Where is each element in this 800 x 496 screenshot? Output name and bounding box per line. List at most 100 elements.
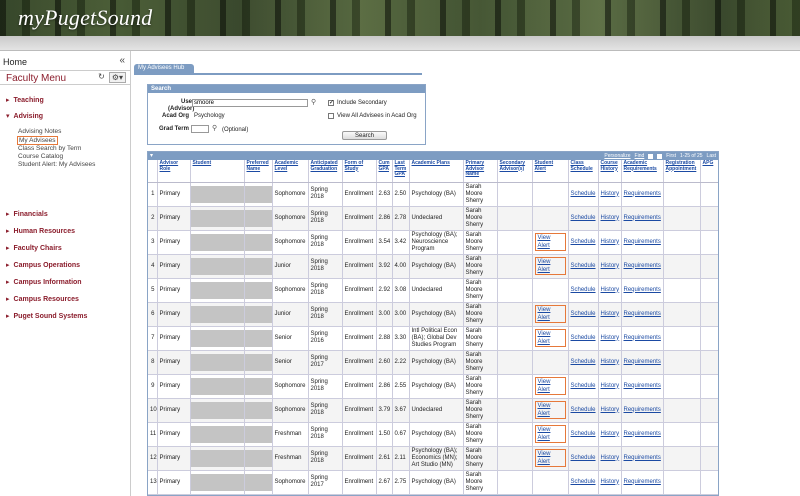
schedule-link[interactable]: Schedule xyxy=(571,311,596,317)
requirements-link[interactable]: Requirements xyxy=(624,239,661,245)
sidebar-item-teaching[interactable]: ▸ Teaching xyxy=(6,96,44,104)
view-alert-button[interactable]: View Alert xyxy=(534,233,566,251)
column-header[interactable]: Advisor Role xyxy=(157,160,191,183)
site-logo[interactable]: myPugetSound xyxy=(18,5,152,31)
column-header[interactable]: Preferred Name xyxy=(244,160,273,183)
sidebar-item-financials[interactable]: ▸ Financials xyxy=(6,210,48,218)
find-link[interactable]: Find xyxy=(635,152,645,160)
requirements-link[interactable]: Requirements xyxy=(624,479,661,485)
view-alert-button[interactable]: View Alert xyxy=(534,401,566,419)
schedule-link[interactable]: Schedule xyxy=(571,383,596,389)
sidebar-item-human-resources[interactable]: ▸ Human Resources xyxy=(6,227,75,235)
academic-plans: Intl Political Econ (BA); Global Dev Stu… xyxy=(411,327,458,348)
requirements-link[interactable]: Requirements xyxy=(624,455,661,461)
history-link[interactable]: History xyxy=(601,263,620,269)
view-alert-button[interactable]: View Alert xyxy=(534,257,566,275)
column-header[interactable]: Primary Advisor Name xyxy=(463,160,498,183)
advisor-role: Primary xyxy=(159,406,181,413)
sidebar-item-campus-information[interactable]: ▸ Campus Information xyxy=(6,278,82,286)
gear-icon[interactable]: ⚙▾ xyxy=(108,72,126,83)
column-header[interactable]: Secondary Advisor(s) xyxy=(497,160,533,183)
sidebar-item-class-search[interactable]: Class Search by Term xyxy=(18,145,95,153)
sidebar-item-advising-notes[interactable]: Advising Notes xyxy=(18,128,95,136)
requirements-link[interactable]: Requirements xyxy=(624,431,661,437)
grad-term-lookup-icon[interactable]: ⚲ xyxy=(212,124,217,132)
schedule-link[interactable]: Schedule xyxy=(571,431,596,437)
column-header[interactable]: Class Schedule xyxy=(568,160,599,183)
history-link[interactable]: History xyxy=(601,239,620,245)
requirements-link[interactable]: Requirements xyxy=(624,359,661,365)
schedule-link[interactable]: Schedule xyxy=(571,191,596,197)
sidebar-item-faculty-chairs[interactable]: ▸ Faculty Chairs xyxy=(6,244,62,252)
history-link[interactable]: History xyxy=(601,455,620,461)
requirements-link[interactable]: Requirements xyxy=(624,383,661,389)
lookup-search-icon[interactable]: ⚲ xyxy=(311,98,316,106)
schedule-link[interactable]: Schedule xyxy=(571,407,596,413)
grad-term-input[interactable] xyxy=(191,125,209,133)
view-alert-button[interactable]: View Alert xyxy=(534,305,566,323)
schedule-link[interactable]: Schedule xyxy=(571,335,596,341)
view-alert-button[interactable]: View Alert xyxy=(534,449,566,467)
column-header[interactable]: Form of Study xyxy=(342,160,377,183)
column-header[interactable]: Academic Requirements xyxy=(621,160,664,183)
requirements-link[interactable]: Requirements xyxy=(624,287,661,293)
requirements-link[interactable]: Requirements xyxy=(624,335,661,341)
sidebar-item-student-alert[interactable]: Student Alert: My Advisees xyxy=(18,161,95,169)
history-link[interactable]: History xyxy=(601,359,620,365)
sidebar-item-advising[interactable]: ▾ Advising xyxy=(6,112,43,120)
view-all-checkbox[interactable] xyxy=(328,113,334,119)
column-header[interactable]: Student xyxy=(190,160,245,183)
view-alert-button[interactable]: View Alert xyxy=(534,377,566,395)
sidebar-item-campus-operations[interactable]: ▸ Campus Operations xyxy=(6,261,80,269)
last-link[interactable]: Last xyxy=(707,152,716,160)
sidebar-item-course-catalog[interactable]: Course Catalog xyxy=(18,153,95,161)
user-advisor-input[interactable]: smoore xyxy=(192,99,308,107)
sidebar-item-my-advisees[interactable]: My Advisees xyxy=(17,136,58,145)
first-link[interactable]: First xyxy=(666,152,676,160)
requirements-link[interactable]: Requirements xyxy=(624,191,661,197)
sidebar-item-puget-sound-systems[interactable]: ▸ Puget Sound Systems xyxy=(6,312,87,320)
sidebar-item-campus-resources[interactable]: ▸ Campus Resources xyxy=(6,295,79,303)
history-link[interactable]: History xyxy=(601,407,620,413)
history-link[interactable]: History xyxy=(601,479,620,485)
download-icon[interactable] xyxy=(657,153,663,159)
grid-collapse-icon[interactable]: ▾ xyxy=(150,152,153,160)
history-link[interactable]: History xyxy=(601,335,620,341)
requirements-link[interactable]: Requirements xyxy=(624,263,661,269)
collapse-icon[interactable]: « xyxy=(119,55,125,66)
history-link[interactable]: History xyxy=(601,431,620,437)
schedule-link[interactable]: Schedule xyxy=(571,455,596,461)
requirements-link[interactable]: Requirements xyxy=(624,215,661,221)
tab-my-advisees-hub[interactable]: My Advisees Hub xyxy=(134,64,194,73)
history-link[interactable]: History xyxy=(601,383,620,389)
view-alert-button[interactable]: View Alert xyxy=(534,425,566,443)
column-header[interactable]: Anticipated Graduation xyxy=(308,160,343,183)
column-header[interactable]: Registration Appointment xyxy=(663,160,701,183)
include-secondary-checkbox[interactable]: ✓ xyxy=(328,100,334,106)
history-link[interactable]: History xyxy=(601,287,620,293)
requirements-link[interactable]: Requirements xyxy=(624,311,661,317)
column-header[interactable]: Last Term GPA xyxy=(392,160,410,183)
history-link[interactable]: History xyxy=(601,311,620,317)
schedule-link[interactable]: Schedule xyxy=(571,479,596,485)
view-all-icon[interactable] xyxy=(648,153,654,159)
home-link[interactable]: Home xyxy=(3,57,27,67)
history-link[interactable]: History xyxy=(601,191,620,197)
column-header[interactable]: Academic Plans xyxy=(409,160,464,183)
personalize-link[interactable]: Personalize xyxy=(604,152,630,160)
requirements-link[interactable]: Requirements xyxy=(624,407,661,413)
column-header[interactable]: Course History xyxy=(598,160,622,183)
schedule-link[interactable]: Schedule xyxy=(571,239,596,245)
column-header[interactable]: APG xyxy=(700,160,718,183)
schedule-link[interactable]: Schedule xyxy=(571,287,596,293)
schedule-link[interactable]: Schedule xyxy=(571,359,596,365)
search-button[interactable]: Search xyxy=(342,131,387,140)
schedule-link[interactable]: Schedule xyxy=(571,215,596,221)
history-link[interactable]: History xyxy=(601,215,620,221)
column-header[interactable]: Academic Level xyxy=(272,160,309,183)
column-header[interactable]: Cum GPA xyxy=(376,160,393,183)
refresh-icon[interactable]: ↻ xyxy=(98,72,105,83)
column-header[interactable]: Student Alert xyxy=(532,160,569,183)
schedule-link[interactable]: Schedule xyxy=(571,263,596,269)
view-alert-button[interactable]: View Alert xyxy=(534,329,566,347)
